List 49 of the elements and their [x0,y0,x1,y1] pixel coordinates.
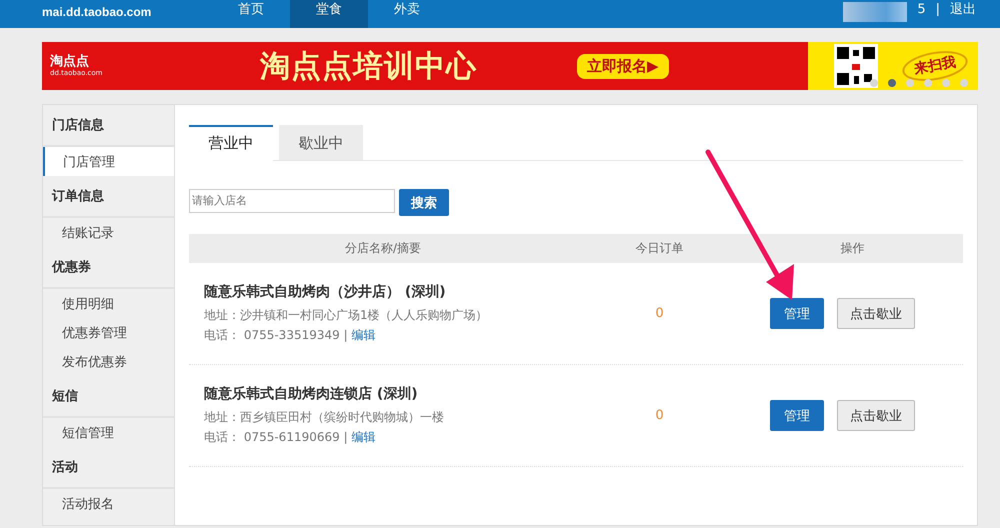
store-name: 随意乐韩式自助烤肉连锁店 (深圳) [204,385,419,403]
edit-link[interactable]: 编辑 [352,328,376,342]
nav-tab[interactable]: 堂食 [290,0,368,28]
manage-button[interactable]: 管理 [770,400,824,431]
sidebar-section-title: 订单信息 [43,176,174,218]
username: 5 [917,2,926,18]
carousel-dot[interactable] [888,79,896,87]
store-phone: 电话： 0755-33519349 | 编辑 [204,327,377,344]
edit-link[interactable]: 编辑 [352,430,376,444]
sidebar-item[interactable]: 短信管理 [43,418,174,447]
carousel-dot[interactable] [942,79,950,87]
sidebar-section-title: 优惠券 [43,247,174,289]
manage-button[interactable]: 管理 [770,298,824,329]
sidebar-section-title: 短信 [43,376,174,418]
search-button[interactable]: 搜索 [399,189,449,216]
column-header: 今日订单 [634,240,684,257]
order-count: 0 [654,408,665,423]
sidebar-item[interactable]: 结账记录 [43,218,174,247]
store-phone: 电话： 0755-61190669 | 编辑 [204,429,377,446]
carousel-dot[interactable] [960,79,968,87]
banner-headline: 淘点点培训中心 [260,48,477,86]
column-header: 分店名称/摘要 [344,240,422,257]
logout-link[interactable]: 退出 [950,2,976,18]
close-store-button[interactable]: 点击歇业 [837,400,915,431]
order-count: 0 [654,306,665,321]
status-tab[interactable]: 营业中 [189,125,273,161]
blurred-username [843,2,908,22]
sidebar-item[interactable]: 门店管理 [43,147,174,176]
nav-tab[interactable]: 外卖 [368,0,446,28]
carousel-dot[interactable] [906,79,914,87]
signup-button[interactable]: 立即报名▶ [577,54,669,78]
store-name: 随意乐韩式自助烤肉（沙井店） (深圳) [204,283,447,301]
banner-brand: 淘点点 [50,55,90,69]
sidebar-item[interactable]: 活动报名 [43,489,174,518]
store-search-field[interactable]: 请输入店名 [189,189,395,213]
sidebar-section-title: 活动 [43,447,174,489]
store-address: 地址：西乡镇臣田村（缤纷时代购物城）一楼 [204,409,445,426]
store-address: 地址：沙井镇和一村同心广场1楼（人人乐购物广场） [204,307,489,324]
logo-domain: mai.dd.taobao.com [42,5,152,19]
sidebar-item[interactable]: 发布优惠券 [43,347,174,376]
qr-code-icon [834,44,878,88]
nav-tab[interactable]: 首页 [212,0,290,28]
carousel-dot[interactable] [924,79,932,87]
column-header: 操作 [840,240,866,257]
sidebar-item[interactable]: 使用明细 [43,289,174,318]
status-tab[interactable]: 歇业中 [279,125,363,161]
separator: | [936,2,940,18]
close-store-button[interactable]: 点击歇业 [837,298,915,329]
sidebar-item[interactable]: 优惠券管理 [43,318,174,347]
